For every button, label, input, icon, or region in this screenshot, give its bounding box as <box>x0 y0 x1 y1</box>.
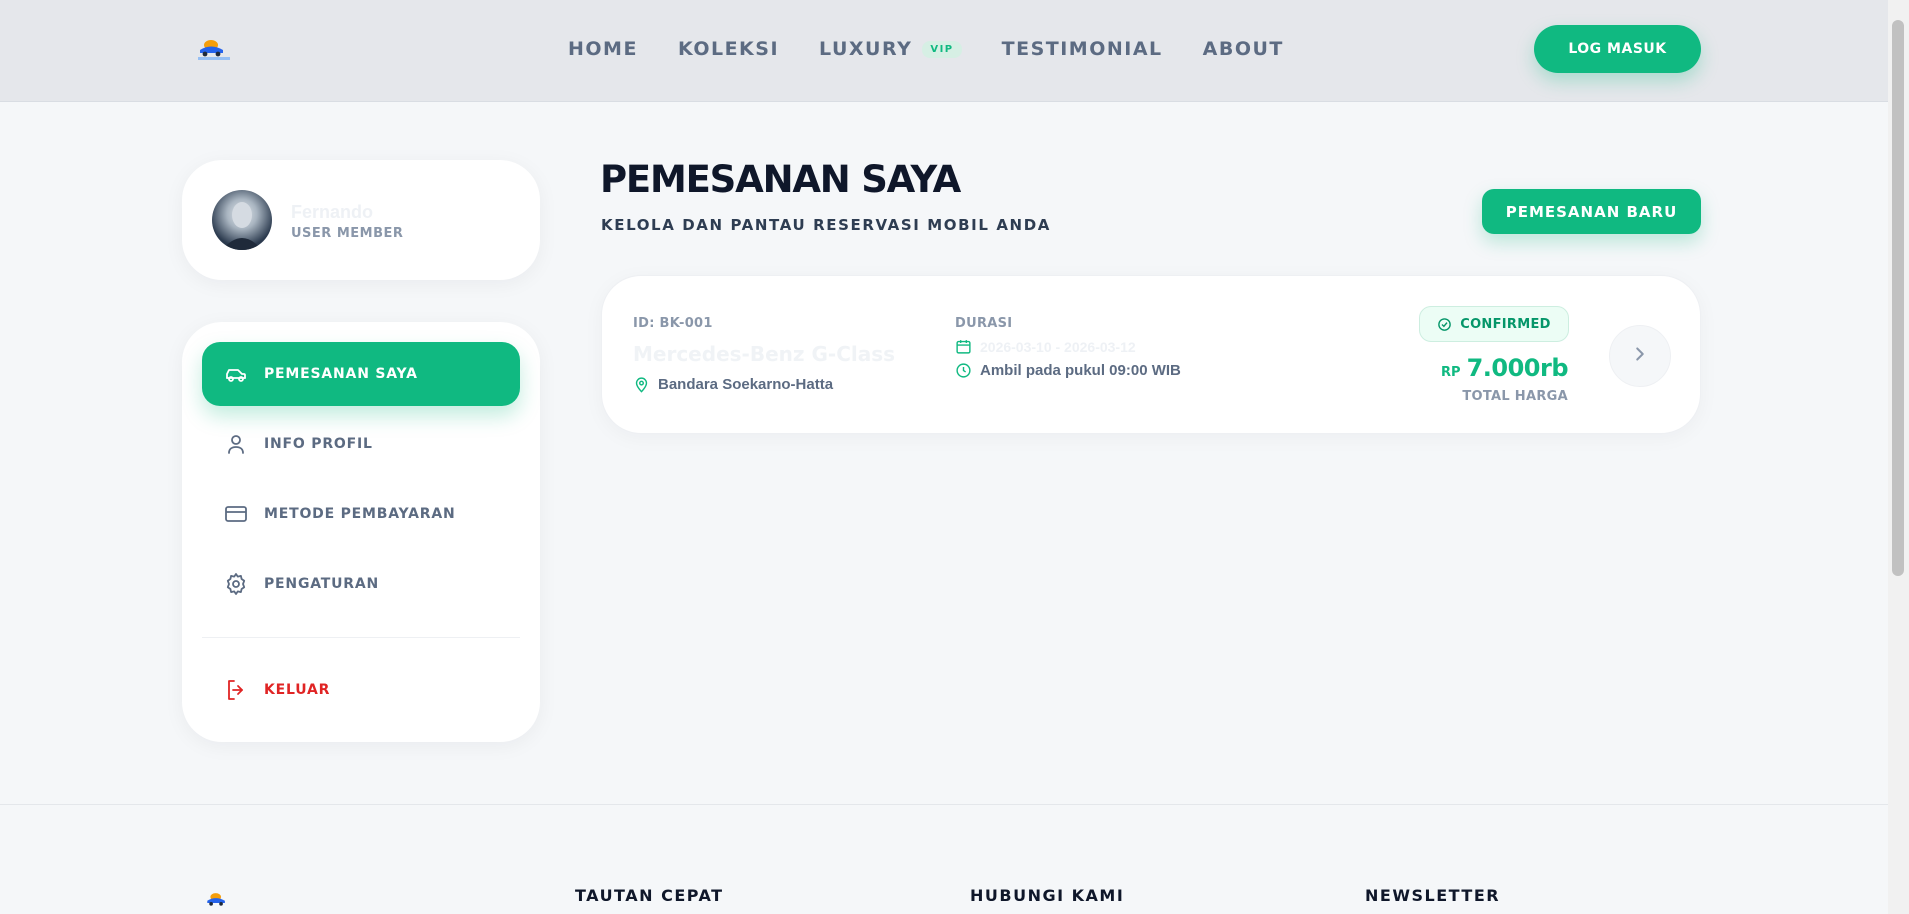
booking-card[interactable]: ID: BK-001 Mercedes-Benz G-Class Bandara… <box>601 275 1701 434</box>
nav-koleksi-label: KOLEKSI <box>677 38 780 60</box>
booking-pickup: Ambil pada pukul 09:00 WIB <box>955 362 1181 379</box>
calendar-icon <box>955 338 972 355</box>
sidebar-item-label: METODE PEMBAYARAN <box>264 506 456 522</box>
credit-card-icon <box>224 502 248 526</box>
site-header: HOME KOLEKSI LUXURY VIP TESTIMONIAL ABOUT… <box>0 0 1888 102</box>
clock-icon <box>955 362 972 379</box>
main-nav: HOME KOLEKSI LUXURY VIP TESTIMONIAL ABOUT <box>568 38 1324 60</box>
car-icon <box>224 362 248 386</box>
footer-quick-links-heading: TAUTAN CEPAT <box>575 886 724 905</box>
map-pin-icon <box>633 376 650 393</box>
nav-testimonial[interactable]: TESTIMONIAL <box>1002 38 1163 60</box>
logout-button[interactable]: KELUAR <box>202 658 520 722</box>
booking-location-text: Bandara Soekarno-Hatta <box>658 376 834 393</box>
status-badge: CONFIRMED <box>1419 306 1569 342</box>
login-button[interactable]: LOG MASUK <box>1534 25 1701 73</box>
nav-testimonial-label: TESTIMONIAL <box>1001 38 1163 60</box>
nav-about-label: ABOUT <box>1202 38 1284 60</box>
user-name: Fernando <box>291 202 374 222</box>
sidebar-item-pengaturan[interactable]: PENGATURAN <box>202 552 520 616</box>
booking-id: ID: BK-001 <box>633 316 713 331</box>
nav-home-label: HOME <box>568 38 638 60</box>
footer-logo[interactable] <box>205 890 231 910</box>
nav-luxury-label: LUXURY <box>819 38 913 60</box>
price-value: 7.000rb <box>1466 354 1569 382</box>
booking-detail-button[interactable] <box>1609 325 1671 387</box>
nav-home[interactable]: HOME <box>568 38 638 60</box>
logout-icon <box>224 678 248 702</box>
footer-newsletter-heading: NEWSLETTER <box>1365 886 1501 905</box>
booking-dates-text: 2026-03-10 - 2026-03-12 <box>980 338 1136 355</box>
avatar <box>212 190 272 250</box>
brand-logo[interactable] <box>197 36 231 62</box>
status-text: CONFIRMED <box>1460 316 1551 332</box>
footer-contact-heading: HUBUNGI KAMI <box>970 886 1125 905</box>
page-title: PEMESANAN SAYA <box>600 158 961 201</box>
price-currency: RP <box>1441 365 1461 380</box>
new-booking-button[interactable]: PEMESANAN BARU <box>1482 189 1701 234</box>
price-label: TOTAL HARGA <box>1462 389 1568 404</box>
profile-card: Fernando USER MEMBER <box>182 160 540 280</box>
nav-luxury[interactable]: LUXURY VIP <box>819 38 962 60</box>
booking-dates: 2026-03-10 - 2026-03-12 <box>955 338 1136 355</box>
footer-divider <box>0 804 1888 805</box>
nav-about[interactable]: ABOUT <box>1203 38 1284 60</box>
duration-label: DURASI <box>955 316 1013 331</box>
menu-divider <box>202 637 520 638</box>
user-icon <box>224 432 248 456</box>
booking-pickup-text: Ambil pada pukul 09:00 WIB <box>980 362 1181 379</box>
check-circle-icon <box>1437 317 1452 332</box>
sidebar-item-pemesanan-saya[interactable]: PEMESANAN SAYA <box>202 342 520 406</box>
scrollbar-thumb[interactable] <box>1892 20 1904 576</box>
nav-koleksi[interactable]: KOLEKSI <box>678 38 779 60</box>
booking-location: Bandara Soekarno-Hatta <box>633 376 833 393</box>
page-subtitle: KELOLA DAN PANTAU RESERVASI MOBIL ANDA <box>601 216 1051 234</box>
chevron-right-icon <box>1629 343 1651 370</box>
booking-price: RP 7.000rb <box>1441 354 1568 382</box>
sidebar-item-label: PEMESANAN SAYA <box>264 366 418 382</box>
logout-label: KELUAR <box>264 682 331 698</box>
user-role: USER MEMBER <box>291 226 404 241</box>
sidebar-item-metode-pembayaran[interactable]: METODE PEMBAYARAN <box>202 482 520 546</box>
booking-car-name: Mercedes-Benz G-Class <box>633 342 896 366</box>
sidebar-item-label: PENGATURAN <box>264 576 380 592</box>
vip-badge: VIP <box>922 40 962 58</box>
sidebar-item-label: INFO PROFIL <box>264 436 373 452</box>
sidebar-menu: PEMESANAN SAYA INFO PROFIL METODE PEMBAY… <box>182 322 540 742</box>
sidebar-item-info-profil[interactable]: INFO PROFIL <box>202 412 520 476</box>
gear-icon <box>224 572 248 596</box>
